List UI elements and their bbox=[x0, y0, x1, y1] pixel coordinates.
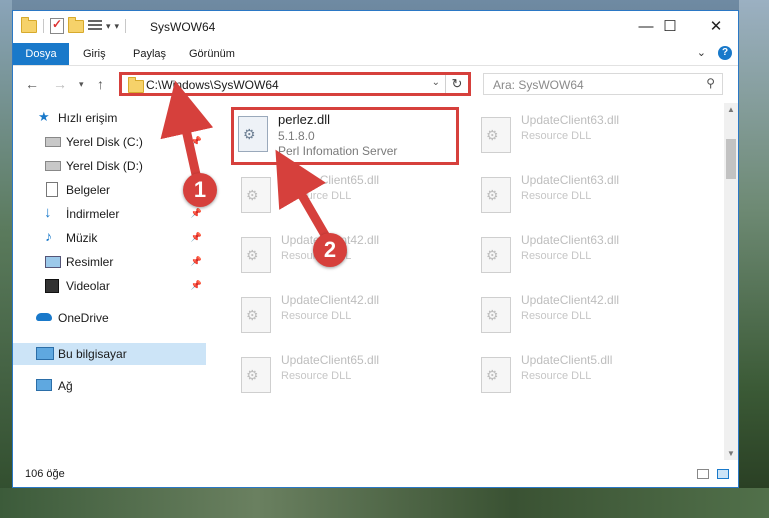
annotation-badge-1: 1 bbox=[183, 173, 217, 207]
desktop-background-bottom bbox=[0, 488, 769, 518]
annotation-badge-2: 2 bbox=[313, 233, 347, 267]
desktop-background-right bbox=[739, 0, 769, 518]
desktop-background-left bbox=[0, 0, 12, 518]
annotation-arrow-2 bbox=[275, 149, 330, 240]
explorer-window: ▾ ▾ SysWOW64 — ☐ ✕ Dosya Giriş Paylaş Gö… bbox=[12, 10, 739, 488]
annotation-arrow-1 bbox=[160, 80, 214, 184]
annotation-arrows bbox=[160, 80, 330, 240]
